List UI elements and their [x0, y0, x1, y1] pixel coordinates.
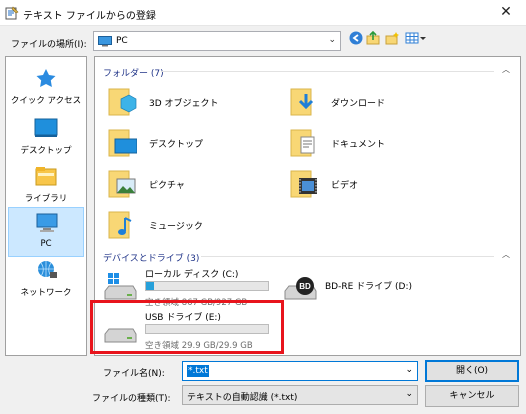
place-network[interactable]: ネットワーク — [8, 255, 84, 305]
place-library[interactable]: ライブラリ — [8, 161, 84, 211]
bd-drive-icon: BD — [283, 273, 317, 303]
chevron-down-icon[interactable]: ⌄ — [405, 389, 413, 399]
folders-group-header[interactable]: フォルダー (7) — [103, 66, 164, 79]
up-folder-icon[interactable] — [366, 30, 380, 48]
place-quick-access[interactable]: クイック アクセス — [8, 63, 84, 113]
places-bar: クイック アクセス デスクトップ ライブラリ PC ネットワーク — [5, 56, 87, 356]
filename-input[interactable]: *.txt ⌄ — [182, 361, 418, 381]
group-divider — [201, 256, 494, 257]
cancel-button[interactable]: キャンセル — [425, 385, 519, 407]
downloads-folder-icon — [289, 85, 319, 117]
desktop-folder-icon — [107, 126, 138, 158]
devices-group-header[interactable]: デバイスとドライブ (3) — [103, 251, 199, 264]
network-icon — [34, 260, 58, 280]
location-combo[interactable]: PC ⌄ — [93, 31, 341, 51]
window-title: テキスト ファイルからの登録 — [23, 11, 156, 22]
new-folder-icon[interactable] — [385, 31, 399, 48]
title-bar: テキスト ファイルからの登録 ✕ — [0, 0, 526, 26]
group-divider — [161, 71, 494, 72]
filetype-combo[interactable]: テキストの自動認識 (*.txt) ⌄ — [182, 385, 418, 405]
highlight-box — [90, 300, 284, 354]
bd-badge: BD — [299, 282, 311, 291]
filetype-label: ファイルの種類(T): — [92, 394, 171, 404]
chevron-up-icon[interactable]: ︿ — [502, 249, 510, 260]
windows-drive-icon — [103, 273, 137, 303]
close-button[interactable]: ✕ — [486, 0, 526, 26]
back-icon[interactable] — [349, 31, 363, 48]
drive-d[interactable]: BD BD-RE ドライブ (D:) — [283, 265, 463, 315]
app-icon — [5, 6, 19, 20]
drive-c-usage-fill — [146, 282, 154, 290]
videos-folder-icon — [289, 167, 319, 199]
3d-objects-folder-icon — [107, 85, 137, 117]
place-pc[interactable]: PC — [8, 207, 84, 257]
star-icon — [34, 68, 58, 88]
drive-c-usage-bar — [145, 281, 269, 291]
location-label: ファイルの場所(I): — [11, 40, 87, 50]
chevron-up-icon[interactable]: ︿ — [502, 64, 510, 75]
chevron-down-icon[interactable]: ⌄ — [328, 35, 336, 45]
music-folder-icon — [107, 208, 137, 240]
desktop-icon — [34, 118, 58, 138]
pictures-folder-icon — [107, 167, 137, 199]
chevron-down-icon[interactable]: ⌄ — [405, 365, 413, 375]
location-value: PC — [116, 36, 128, 46]
filetype-value: テキストの自動認識 (*.txt) — [187, 393, 298, 403]
place-desktop[interactable]: デスクトップ — [8, 113, 84, 163]
library-icon — [34, 166, 58, 186]
documents-folder-icon — [289, 126, 319, 158]
filename-value: *.txt — [187, 365, 209, 377]
filename-label: ファイル名(N): — [103, 369, 165, 379]
view-menu-icon[interactable] — [405, 31, 427, 48]
pc-icon — [98, 36, 112, 50]
pc-icon — [35, 213, 59, 233]
open-button[interactable]: 開く(O) — [425, 360, 519, 382]
